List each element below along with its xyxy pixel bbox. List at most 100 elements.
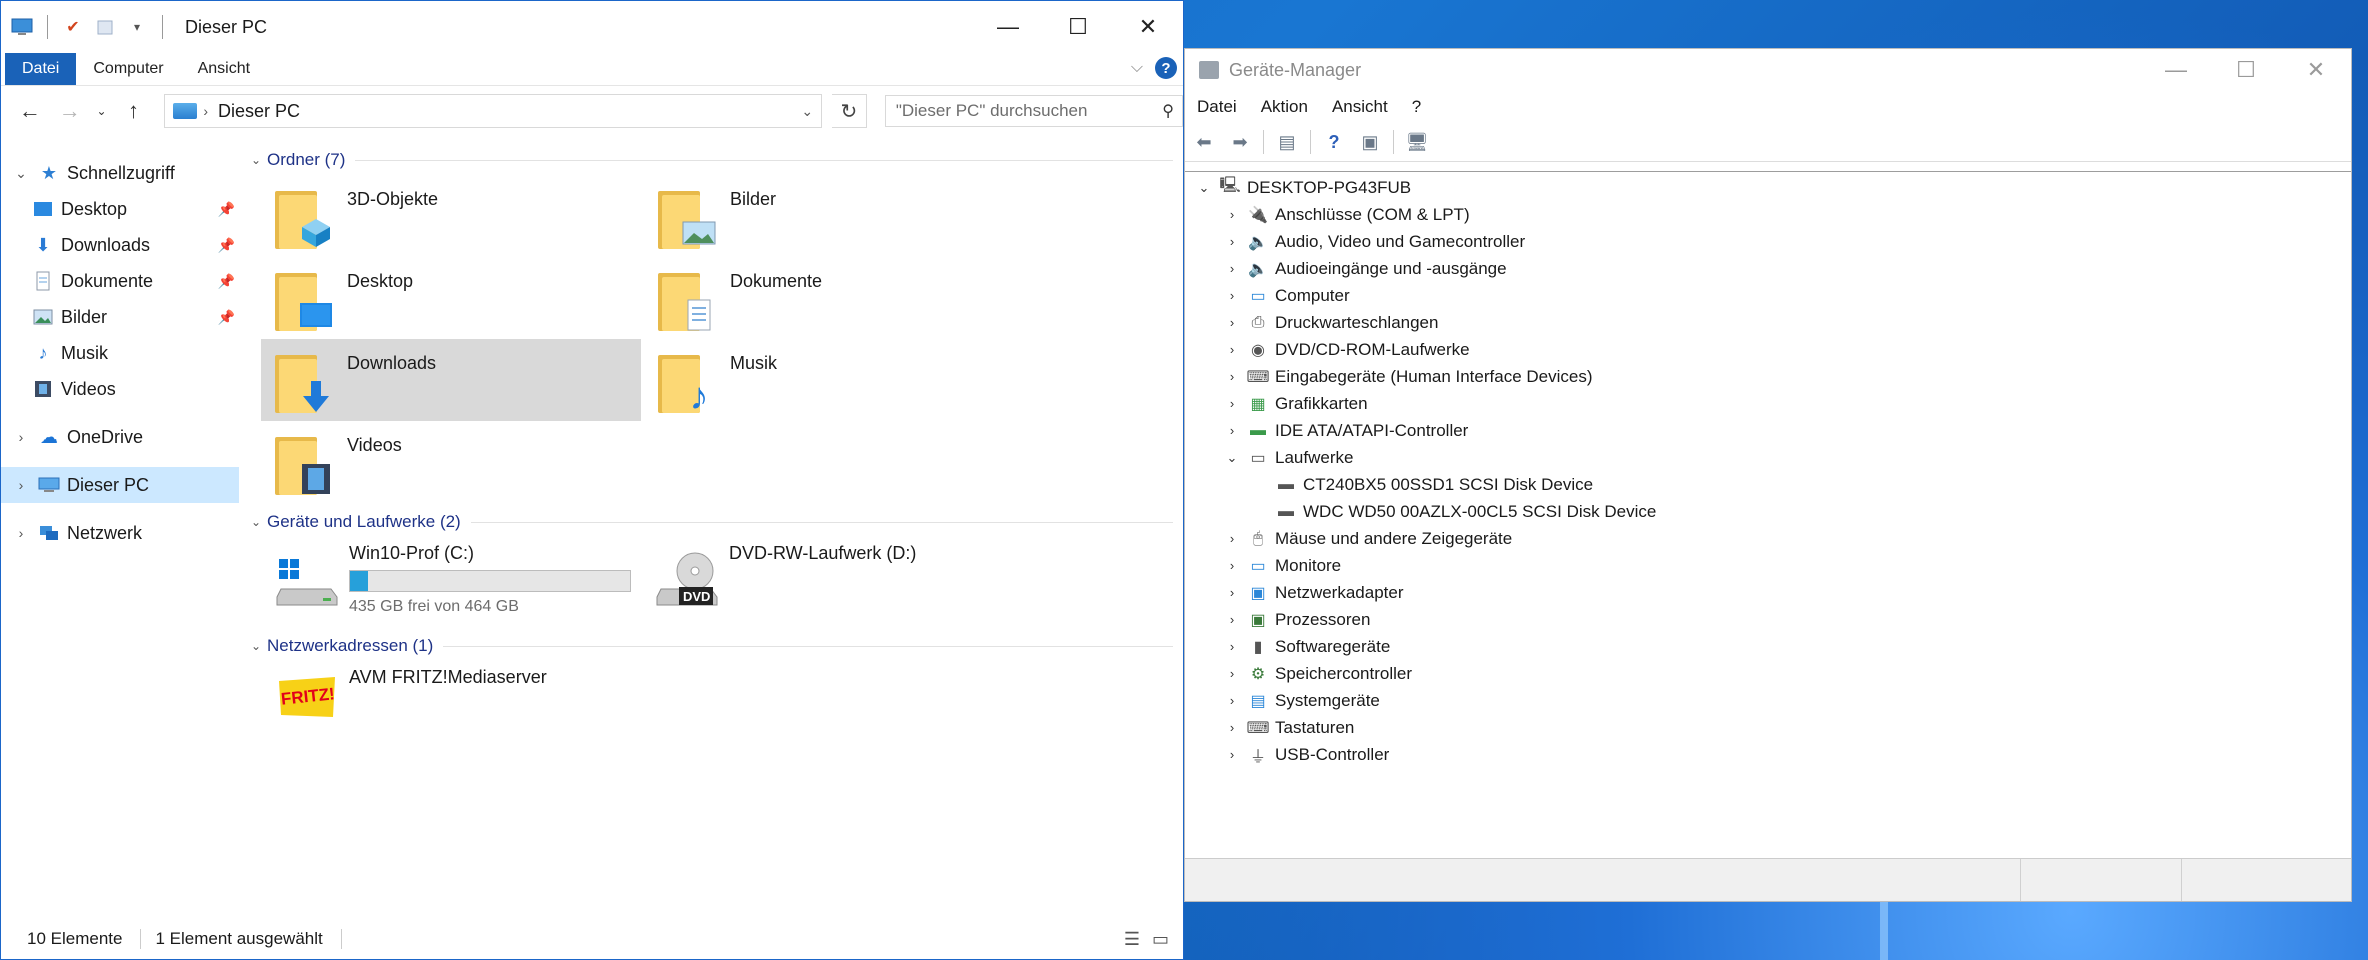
nav-item-videos[interactable]: Videos xyxy=(1,371,239,407)
group-collapse-icon[interactable]: ⌄ xyxy=(251,639,267,653)
help-icon[interactable]: ? xyxy=(1321,130,1347,154)
tree-category[interactable]: › ⏚ USB-Controller xyxy=(1185,741,2351,768)
pin-icon[interactable]: 📌 xyxy=(218,201,235,218)
expanded-chevron-icon[interactable]: ⌄ xyxy=(11,165,31,182)
collapsed-chevron-icon[interactable]: › xyxy=(1223,315,1241,330)
address-dropdown-icon[interactable]: ⌄ xyxy=(801,103,813,120)
close-button[interactable]: ✕ xyxy=(2281,49,2351,91)
tree-category[interactable]: › ⌨ Eingabegeräte (Human Interface Devices… xyxy=(1185,363,2351,390)
search-input[interactable]: "Dieser PC" durchsuchen ⚲ xyxy=(884,95,1184,127)
back-button[interactable]: ← xyxy=(15,98,45,124)
properties-icon[interactable]: ▣ xyxy=(1357,130,1383,154)
collapsed-chevron-icon[interactable]: › xyxy=(1223,693,1241,708)
nav-onedrive[interactable]: › ☁ OneDrive xyxy=(1,419,239,455)
maximize-button[interactable]: ☐ xyxy=(2211,49,2281,91)
nav-item-documents[interactable]: Dokumente 📌 xyxy=(1,263,239,299)
explorer-titlebar[interactable]: ✔ ▾ Dieser PC — ☐ ✕ xyxy=(1,1,1183,53)
nav-item-desktop[interactable]: Desktop 📌 xyxy=(1,191,239,227)
collapsed-chevron-icon[interactable]: › xyxy=(1223,639,1241,654)
expand-ribbon-icon[interactable]: ⌵ xyxy=(1131,59,1143,77)
tree-category[interactable]: › 🔈 Audio, Video und Gamecontroller xyxy=(1185,228,2351,255)
nav-network[interactable]: › Netzwerk xyxy=(1,515,239,551)
refresh-button[interactable]: ↻ xyxy=(832,94,867,128)
collapsed-chevron-icon[interactable]: › xyxy=(1223,423,1241,438)
scan-hardware-icon[interactable]: 🖥 xyxy=(1404,130,1430,154)
details-view-icon[interactable]: ☰ xyxy=(1124,929,1140,950)
nav-this-pc[interactable]: › Dieser PC xyxy=(1,467,239,503)
menu-ansicht[interactable]: Ansicht xyxy=(1332,97,1388,117)
collapsed-chevron-icon[interactable]: › xyxy=(1223,261,1241,276)
tab-datei[interactable]: Datei xyxy=(5,53,77,85)
tree-category[interactable]: › 🔈 Audioeingänge und -ausgänge xyxy=(1185,255,2351,282)
tree-category[interactable]: › ⚙ Speichercontroller xyxy=(1185,660,2351,687)
collapsed-chevron-icon[interactable]: › xyxy=(11,477,31,493)
minimize-button[interactable]: — xyxy=(973,1,1043,53)
new-folder-icon[interactable] xyxy=(94,16,116,38)
properties-icon[interactable]: ✔ xyxy=(62,16,84,38)
group-collapse-icon[interactable]: ⌄ xyxy=(251,153,267,167)
collapsed-chevron-icon[interactable]: › xyxy=(11,429,31,445)
group-header-drives[interactable]: ⌄ Geräte und Laufwerke (2) xyxy=(247,507,1183,537)
customize-quick-access-icon[interactable]: ▾ xyxy=(126,16,148,38)
nav-item-music[interactable]: ♪ Musik xyxy=(1,335,239,371)
forward-button[interactable]: → xyxy=(55,98,85,124)
maximize-button[interactable]: ☐ xyxy=(1043,1,1113,53)
menu-datei[interactable]: Datei xyxy=(1197,97,1237,117)
tab-ansicht[interactable]: Ansicht xyxy=(181,53,267,85)
close-button[interactable]: ✕ xyxy=(1113,1,1183,53)
collapsed-chevron-icon[interactable]: › xyxy=(1223,342,1241,357)
collapsed-chevron-icon[interactable]: › xyxy=(1223,207,1241,222)
forward-arrow-icon[interactable]: ➡ xyxy=(1227,130,1253,154)
folder-tile-downloads[interactable]: Downloads xyxy=(261,339,641,421)
group-header-folders[interactable]: ⌄ Ordner (7) xyxy=(247,145,1183,175)
collapsed-chevron-icon[interactable]: › xyxy=(11,525,31,541)
group-header-network[interactable]: ⌄ Netzwerkadressen (1) xyxy=(247,631,1183,661)
address-field[interactable]: › Dieser PC ⌄ xyxy=(164,94,823,128)
tree-category-expanded[interactable]: ⌄ ▭ Laufwerke xyxy=(1185,444,2351,471)
tree-category[interactable]: › ▬ IDE ATA/ATAPI-Controller xyxy=(1185,417,2351,444)
group-collapse-icon[interactable]: ⌄ xyxy=(251,515,267,529)
back-arrow-icon[interactable]: ⬅ xyxy=(1191,130,1217,154)
devmgr-titlebar[interactable]: Geräte-Manager — ☐ ✕ xyxy=(1185,49,2351,91)
tree-category[interactable]: › ▭ Monitore xyxy=(1185,552,2351,579)
show-hide-console-tree-icon[interactable]: ▤ xyxy=(1274,130,1300,154)
expanded-chevron-icon[interactable]: ⌄ xyxy=(1195,180,1213,196)
tree-category[interactable]: › ⎙ Druckwarteschlangen xyxy=(1185,309,2351,336)
help-icon[interactable]: ? xyxy=(1155,57,1177,79)
tree-root[interactable]: ⌄ 🖳 DESKTOP-PG43FUB xyxy=(1185,174,2351,201)
pin-icon[interactable]: 📌 xyxy=(218,237,235,254)
tree-category[interactable]: › ▤ Systemgeräte xyxy=(1185,687,2351,714)
tree-category[interactable]: › ▭ Computer xyxy=(1185,282,2351,309)
menu-aktion[interactable]: Aktion xyxy=(1261,97,1308,117)
folder-tile-music[interactable]: ♪ Musik xyxy=(644,339,1024,421)
tree-category[interactable]: › ⌨ Tastaturen xyxy=(1185,714,2351,741)
pin-icon[interactable]: 📌 xyxy=(218,273,235,290)
expanded-chevron-icon[interactable]: ⌄ xyxy=(1223,450,1241,466)
tree-category[interactable]: › ▣ Netzwerkadapter xyxy=(1185,579,2351,606)
recent-locations-button[interactable]: ⌄ xyxy=(95,104,109,118)
minimize-button[interactable]: — xyxy=(2141,49,2211,91)
folder-tile-pictures[interactable]: Bilder xyxy=(644,175,1024,257)
folder-tile-desktop[interactable]: Desktop xyxy=(261,257,641,339)
breadcrumb[interactable]: Dieser PC xyxy=(218,101,300,122)
tree-device[interactable]: ▬ WDC WD50 00AZLX-00CL5 SCSI Disk Device xyxy=(1185,498,2351,525)
pin-icon[interactable]: 📌 xyxy=(218,309,235,326)
drive-c[interactable]: Win10-Prof (C:) 435 GB frei von 464 GB xyxy=(261,537,641,625)
folder-tile-documents[interactable]: Dokumente xyxy=(644,257,1024,339)
collapsed-chevron-icon[interactable]: › xyxy=(1223,720,1241,735)
tab-computer[interactable]: Computer xyxy=(76,53,180,85)
collapsed-chevron-icon[interactable]: › xyxy=(1223,531,1241,546)
tree-category[interactable]: › ▮ Softwaregeräte xyxy=(1185,633,2351,660)
collapsed-chevron-icon[interactable]: › xyxy=(1223,369,1241,384)
tree-category[interactable]: › ◉ DVD/CD-ROM-Laufwerke xyxy=(1185,336,2351,363)
tree-category[interactable]: › 🔌 Anschlüsse (COM & LPT) xyxy=(1185,201,2351,228)
network-item-fritz-mediaserver[interactable]: FRITZ! AVM FRITZ!Mediaserver xyxy=(261,661,641,731)
nav-quick-access[interactable]: ⌄ ★ Schnellzugriff xyxy=(1,155,239,191)
tree-category[interactable]: › 🖱 Mäuse und andere Zeigegeräte xyxy=(1185,525,2351,552)
collapsed-chevron-icon[interactable]: › xyxy=(1223,558,1241,573)
collapsed-chevron-icon[interactable]: › xyxy=(1223,612,1241,627)
collapsed-chevron-icon[interactable]: › xyxy=(1223,747,1241,762)
tree-category[interactable]: › ▦ Grafikkarten xyxy=(1185,390,2351,417)
collapsed-chevron-icon[interactable]: › xyxy=(1223,585,1241,600)
nav-item-downloads[interactable]: ⬇ Downloads 📌 xyxy=(1,227,239,263)
